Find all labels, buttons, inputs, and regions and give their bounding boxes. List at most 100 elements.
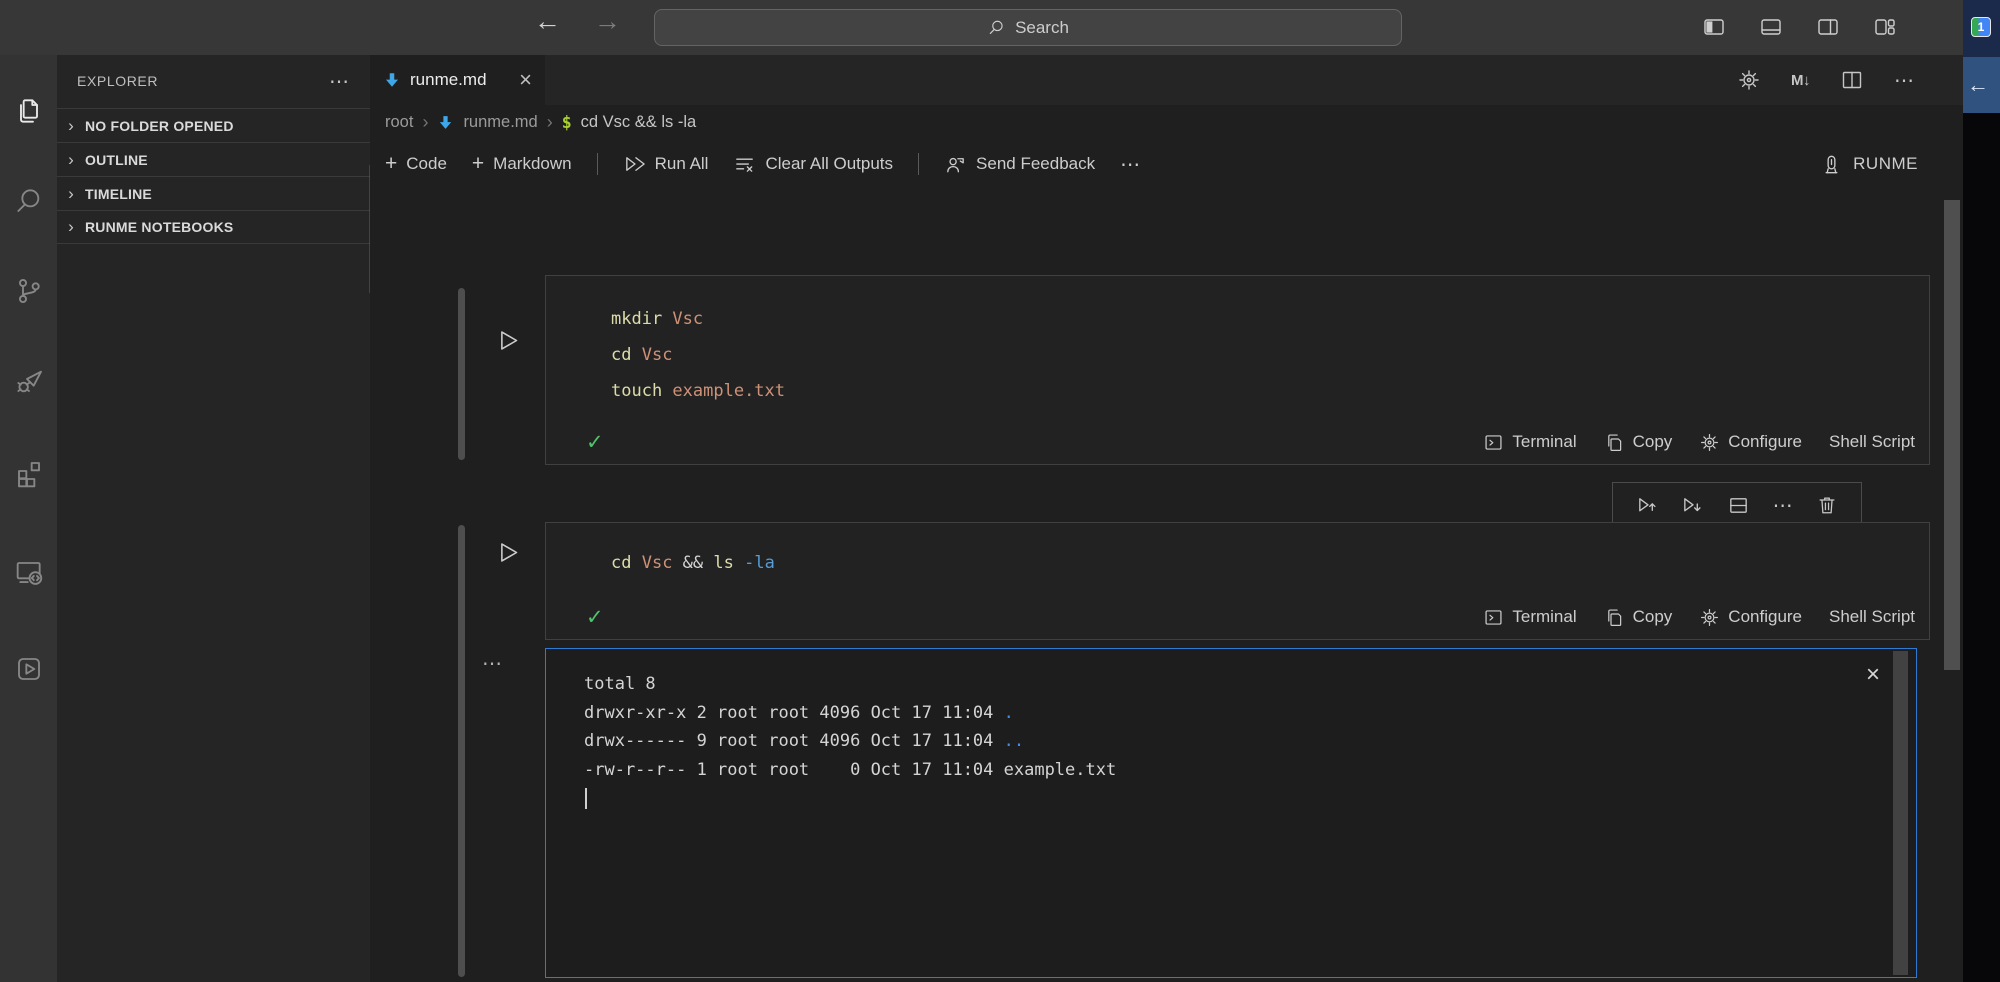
terminal-output-text: total 8drwxr-xr-x 2 root root 4096 Oct 1… — [546, 649, 1916, 809]
clear-all-outputs-button[interactable]: Clear All Outputs — [733, 153, 893, 176]
cell-code-editor[interactable]: cd Vsc && ls -la — [546, 523, 1929, 581]
split-cell-icon[interactable] — [1727, 494, 1750, 517]
run-all-button[interactable]: Run All — [623, 153, 709, 176]
plus-icon: + — [472, 152, 484, 176]
toggle-panel-icon[interactable] — [1759, 15, 1783, 39]
toolbar-divider — [918, 153, 919, 175]
toggle-primary-sidebar-icon[interactable] — [1702, 15, 1726, 39]
tab-close-icon[interactable]: × — [519, 70, 532, 90]
nav-forward-icon[interactable]: → — [594, 6, 621, 37]
search-icon — [987, 18, 1007, 38]
gear-icon — [1699, 432, 1720, 453]
editor-more-actions-icon[interactable]: ⋯ — [1894, 68, 1915, 93]
sidebar-sections: › NO FOLDER OPENED › OUTLINE ›TIMELINE › RUNME… — [57, 108, 370, 244]
cell-language-label[interactable]: Shell Script — [1829, 607, 1915, 627]
send-feedback-button[interactable]: Send Feedback — [944, 153, 1095, 176]
chevron-right-icon: › — [65, 150, 77, 170]
code-line: cd Vsc && ls -la — [611, 545, 1929, 581]
code-line: cd Vsc — [611, 337, 1929, 373]
remote-explorer-icon[interactable] — [13, 557, 45, 589]
sidebar-section[interactable]: › OUTLINE — [57, 142, 370, 176]
breadcrumb-file[interactable]: runme.md — [463, 113, 537, 132]
cell-code-editor[interactable]: mkdir Vsccd Vsctouch example.txt — [546, 276, 1929, 409]
sidebar-section[interactable]: ›TIMELINE — [57, 176, 370, 210]
cell-language-label[interactable]: Shell Script — [1829, 432, 1915, 452]
cell-output[interactable]: total 8drwxr-xr-x 2 root root 4096 Oct 1… — [545, 648, 1917, 978]
search-placeholder: Search — [1015, 18, 1069, 38]
feedback-person-icon — [944, 153, 967, 176]
runme-file-icon — [383, 71, 401, 89]
background-window-titlebar: 1 — [1963, 0, 2000, 57]
terminal-cursor — [585, 788, 587, 809]
customize-layout-icon[interactable] — [1873, 15, 1897, 39]
search-sidebar-icon[interactable] — [13, 185, 45, 217]
breadcrumb: root › runme.md › $ cd Vsc && ls -la — [370, 105, 1963, 140]
back-arrow-icon: ← — [1967, 72, 1989, 98]
markdown-preview-icon[interactable]: M↓ — [1791, 72, 1810, 89]
extensions-icon[interactable] — [13, 457, 45, 489]
vscode-window: ← → Search — [0, 0, 2000, 982]
add-code-cell-button[interactable]: + Code — [385, 152, 447, 176]
add-markdown-cell-button[interactable]: + Markdown — [472, 152, 572, 176]
code-cell-2[interactable]: cd Vsc && ls -la ✓ Terminal Copy — [545, 522, 1930, 640]
run-cell-button[interactable] — [494, 327, 521, 354]
command-center-search[interactable]: Search — [654, 9, 1402, 46]
sidebar-section-label: OUTLINE — [85, 152, 148, 168]
gear-icon — [1699, 607, 1720, 628]
code-line: -rw-r--r-- 1 root root 0 Oct 17 11:04 ex… — [584, 756, 1916, 785]
terminal-button[interactable]: Terminal — [1483, 432, 1576, 453]
success-check-icon: ✓ — [586, 430, 604, 455]
copy-icon — [1604, 607, 1625, 628]
cell-focus-bar[interactable] — [458, 525, 465, 977]
execute-below-icon[interactable] — [1681, 494, 1704, 517]
sidebar-title: EXPLORER — [77, 73, 158, 89]
configure-button[interactable]: Configure — [1699, 432, 1802, 453]
delete-cell-icon[interactable] — [1816, 494, 1838, 516]
sidebar-section-label: NO FOLDER OPENED — [85, 118, 234, 134]
settings-gear-icon[interactable] — [1737, 68, 1761, 92]
runme-brand[interactable]: RUNME — [1820, 153, 1918, 176]
configure-button[interactable]: Configure — [1699, 607, 1802, 628]
notebook-scrollbar[interactable] — [1944, 200, 1960, 670]
run-and-debug-icon[interactable] — [13, 365, 45, 397]
output-collapse-icon[interactable]: ⋯ — [482, 651, 503, 676]
sidebar-more-actions-icon[interactable]: ⋯ — [329, 69, 350, 94]
copy-icon — [1604, 432, 1625, 453]
output-close-icon[interactable]: × — [1866, 663, 1880, 687]
activity-bar — [0, 55, 57, 982]
background-window-toolbar: ← — [1963, 57, 2000, 113]
code-line: mkdir Vsc — [611, 301, 1929, 337]
calendar-badge-icon: 1 — [1971, 17, 1991, 37]
output-scrollbar[interactable] — [1893, 651, 1908, 975]
chevron-right-icon: › — [65, 116, 77, 136]
sidebar-section[interactable]: › RUNME NOTEBOOKS — [57, 210, 370, 244]
copy-button[interactable]: Copy — [1604, 607, 1673, 628]
terminal-button[interactable]: Terminal — [1483, 607, 1576, 628]
sidebar-section-label: RUNME NOTEBOOKS — [85, 219, 233, 235]
explorer-icon[interactable] — [13, 95, 45, 127]
cell-more-actions-icon[interactable]: ⋯ — [1773, 493, 1794, 518]
toggle-secondary-sidebar-icon[interactable] — [1816, 15, 1840, 39]
split-editor-icon[interactable] — [1840, 68, 1864, 92]
code-cell-1[interactable]: mkdir Vsccd Vsctouch example.txt ✓ Termi… — [545, 275, 1930, 465]
execute-above-icon[interactable] — [1636, 494, 1659, 517]
tab-runme-md[interactable]: runme.md × — [370, 55, 545, 105]
background-window-body — [1963, 113, 2000, 982]
cell-focus-bar[interactable] — [458, 288, 465, 460]
code-line: total 8 — [584, 670, 1916, 699]
runme-brand-icon — [1820, 153, 1843, 176]
run-cell-button[interactable] — [494, 539, 521, 566]
success-check-icon: ✓ — [586, 605, 604, 630]
toolbar-more-actions-icon[interactable]: ⋯ — [1120, 152, 1141, 177]
runme-notebooks-icon[interactable] — [13, 653, 45, 685]
copy-button[interactable]: Copy — [1604, 432, 1673, 453]
breadcrumb-command[interactable]: cd Vsc && ls -la — [581, 113, 697, 132]
nav-back-icon[interactable]: ← — [534, 6, 561, 37]
background-window-strip[interactable]: 1 ← — [1963, 0, 2000, 982]
source-control-icon[interactable] — [13, 275, 45, 307]
code-line: touch example.txt — [611, 373, 1929, 409]
chevron-right-icon: › — [65, 217, 77, 237]
breadcrumb-root[interactable]: root — [385, 113, 413, 132]
sidebar-section[interactable]: › NO FOLDER OPENED — [57, 108, 370, 142]
notebook-toolbar: + Code + Markdown Run All Clear All Outp… — [370, 140, 1963, 188]
